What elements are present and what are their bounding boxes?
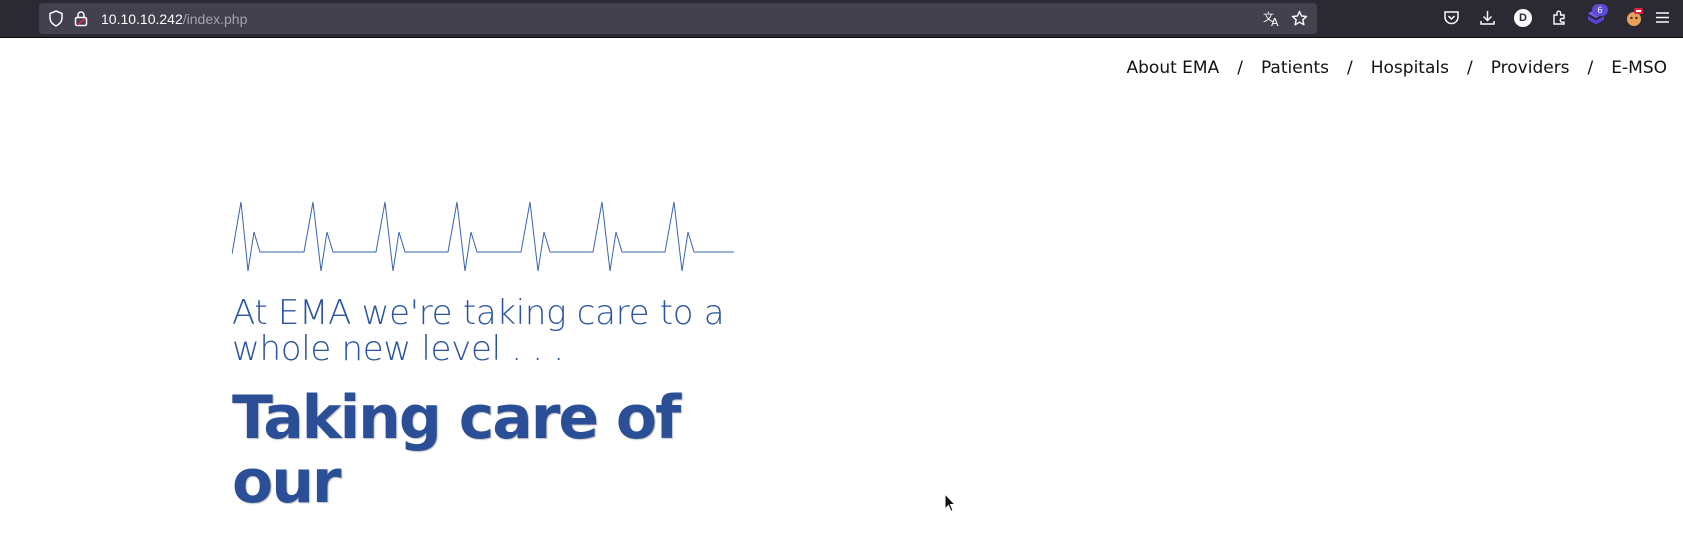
- bookmark-star-icon[interactable]: [1291, 10, 1308, 32]
- nav-link-hospitals[interactable]: Hospitals: [1371, 58, 1449, 78]
- svg-text:A: A: [1271, 16, 1279, 27]
- heartbeat-path: [232, 201, 734, 272]
- url-bar[interactable]: 10.10.10.242/index.php 文A: [39, 3, 1317, 34]
- url-host: 10.10.10.242: [101, 11, 183, 27]
- nav-link-e-mso[interactable]: E-MSO: [1611, 58, 1667, 78]
- extension-badge: 6: [1592, 4, 1608, 16]
- extension-icon[interactable]: [1624, 6, 1644, 33]
- shield-icon[interactable]: [48, 10, 64, 32]
- site-nav: About EMA / Patients / Hospitals / Provi…: [1127, 58, 1668, 78]
- nav-link-about-ema[interactable]: About EMA: [1127, 58, 1220, 78]
- hero-headline-line: our: [232, 447, 342, 517]
- hero-headline: Taking care of our: [232, 386, 792, 514]
- mouse-cursor-icon: [944, 493, 956, 513]
- pocket-icon[interactable]: [1443, 9, 1460, 31]
- url-text[interactable]: 10.10.10.242/index.php: [101, 11, 247, 27]
- download-icon[interactable]: [1479, 9, 1496, 31]
- menu-icon[interactable]: [1654, 9, 1671, 31]
- nav-separator: /: [1237, 58, 1243, 78]
- account-avatar[interactable]: D: [1514, 9, 1532, 27]
- heartbeat-line-graphic: [232, 201, 734, 272]
- nav-separator: /: [1466, 58, 1473, 78]
- url-path: /index.php: [182, 11, 248, 27]
- nav-link-patients[interactable]: Patients: [1261, 58, 1329, 78]
- hero-tagline: At EMA we're taking care to a whole new …: [232, 293, 725, 369]
- nav-separator: /: [1347, 58, 1353, 78]
- nav-separator: /: [1587, 58, 1594, 78]
- translate-icon[interactable]: 文A: [1263, 10, 1281, 32]
- nav-link-providers[interactable]: Providers: [1491, 58, 1570, 78]
- hero-headline-line: Taking care of: [232, 383, 681, 453]
- lock-icon[interactable]: [74, 10, 88, 32]
- extensions-icon[interactable]: [1551, 9, 1568, 31]
- browser-toolbar: 10.10.10.242/index.php 文A D 6: [0, 0, 1683, 38]
